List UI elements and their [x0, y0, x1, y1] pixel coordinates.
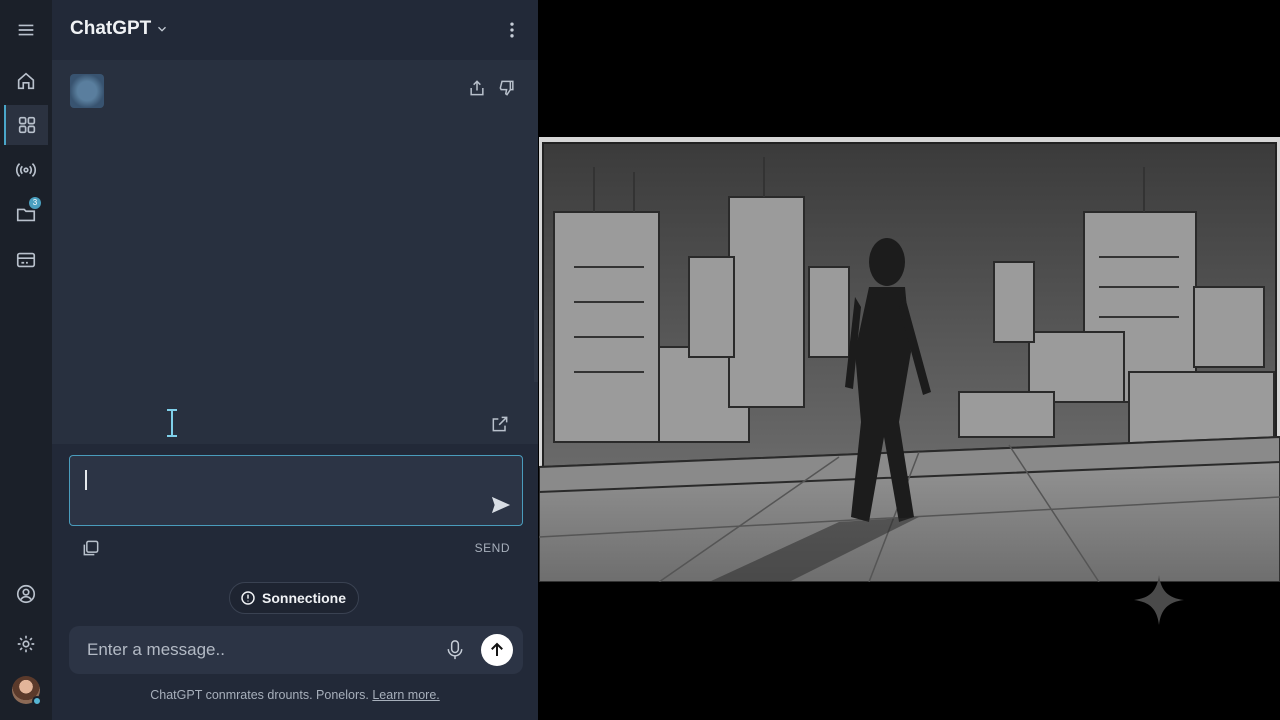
text-cursor-icon — [167, 409, 177, 437]
more-options-icon[interactable] — [502, 18, 522, 42]
text-caret — [85, 470, 87, 490]
connection-status-button[interactable]: Sonnectione — [229, 582, 360, 614]
online-status-dot — [32, 696, 42, 706]
share-icon[interactable] — [467, 78, 487, 98]
message-bar — [69, 626, 523, 674]
page-title[interactable]: ChatGPT — [70, 18, 151, 40]
avatar[interactable] — [12, 676, 42, 706]
image-viewer — [538, 0, 1280, 720]
compose-textarea[interactable] — [69, 455, 523, 526]
message-area — [52, 60, 538, 444]
disclaimer-text: ChatGPT conmrates drounts. Ponelors. — [150, 688, 373, 702]
menu-icon[interactable] — [4, 10, 48, 50]
arrow-up-icon — [491, 642, 503, 656]
microphone-icon[interactable] — [445, 639, 465, 661]
popout-icon[interactable] — [490, 414, 510, 434]
send-icon[interactable] — [490, 495, 512, 515]
broadcast-icon[interactable] — [4, 150, 48, 190]
message-input[interactable] — [87, 640, 417, 660]
attach-icon[interactable] — [81, 538, 101, 558]
left-rail: 3 — [0, 0, 52, 720]
app-window: 3 ChatGPT SEND Sonnectione Enter a messa… — [0, 0, 1280, 720]
settings-icon[interactable] — [4, 624, 48, 664]
account-icon[interactable] — [4, 574, 48, 614]
sparkle-icon — [1134, 575, 1184, 625]
chat-header: ChatGPT — [52, 0, 538, 60]
grid-icon[interactable] — [4, 105, 48, 145]
chat-panel: ChatGPT SEND Sonnectione Enter a message… — [52, 0, 538, 720]
chevron-down-icon[interactable] — [155, 22, 169, 36]
learn-more-link[interactable]: Learn more. — [372, 688, 439, 702]
assistant-avatar — [70, 74, 104, 108]
submit-button[interactable] — [481, 634, 513, 666]
connection-label: Sonnectione — [262, 590, 347, 606]
disclaimer: ChatGPT conmrates drounts. Ponelors. Lea… — [52, 688, 538, 702]
info-icon — [241, 591, 255, 605]
compose-area: SEND Sonnectione ChatGPT conmrates droun… — [52, 444, 538, 720]
home-icon[interactable] — [4, 61, 48, 101]
card-icon[interactable] — [4, 240, 48, 280]
folder-badge: 3 — [29, 197, 41, 209]
send-button[interactable]: SEND — [475, 541, 510, 555]
thumbs-down-icon[interactable] — [497, 78, 517, 98]
folder-icon[interactable]: 3 — [4, 194, 48, 234]
rooftop-sketch-image — [539, 137, 1280, 582]
